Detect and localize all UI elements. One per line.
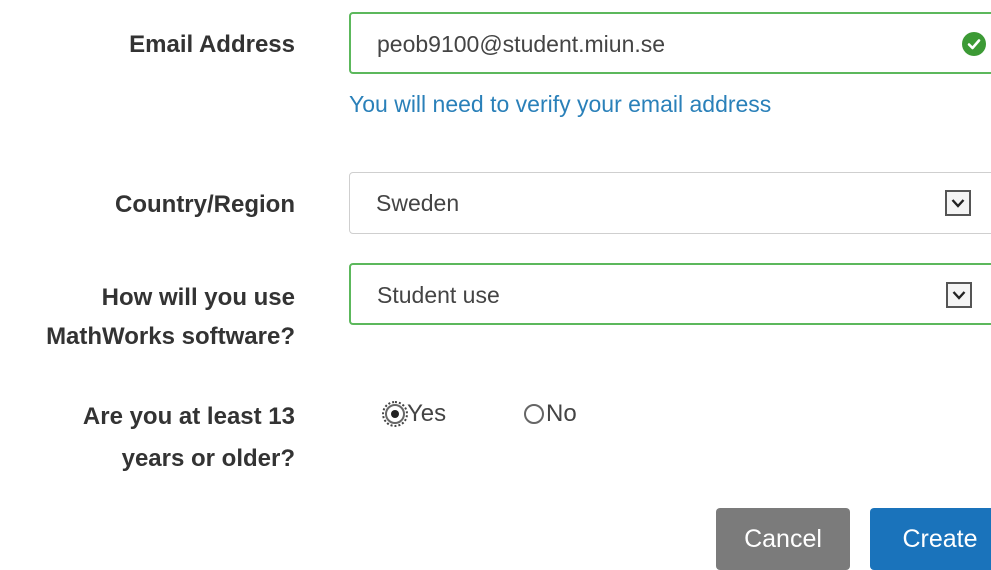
- age-no-label: No: [546, 400, 577, 427]
- check-circle-icon: [962, 32, 986, 56]
- country-selected-value: Sweden: [376, 190, 460, 216]
- chevron-down-icon[interactable]: [945, 190, 971, 216]
- age-yes-label: Yes: [407, 400, 447, 427]
- chevron-down-icon[interactable]: [946, 282, 972, 308]
- country-select[interactable]: Sweden: [349, 172, 991, 234]
- age-yes-option[interactable]: Yes: [382, 400, 447, 428]
- age-yes-radio[interactable]: [382, 401, 408, 427]
- email-label: Email Address: [129, 31, 295, 58]
- usage-label-line2: MathWorks software?: [46, 323, 295, 350]
- age-label-line2: years or older?: [121, 445, 295, 472]
- email-value: peob9100@student.miun.se: [377, 31, 666, 57]
- usage-label-line1: How will you use: [101, 284, 295, 311]
- age-no-radio[interactable]: [524, 404, 544, 424]
- country-label: Country/Region: [115, 191, 295, 218]
- create-button[interactable]: Create: [870, 508, 991, 570]
- age-label-line1: Are you at least 13: [82, 403, 295, 430]
- email-field[interactable]: peob9100@student.miun.se: [349, 12, 991, 74]
- usage-select[interactable]: Student use: [349, 263, 991, 325]
- usage-selected-value: Student use: [377, 282, 500, 308]
- email-verify-hint: You will need to verify your email addre…: [349, 91, 772, 117]
- cancel-button[interactable]: Cancel: [716, 508, 850, 570]
- age-no-option[interactable]: No: [524, 400, 577, 428]
